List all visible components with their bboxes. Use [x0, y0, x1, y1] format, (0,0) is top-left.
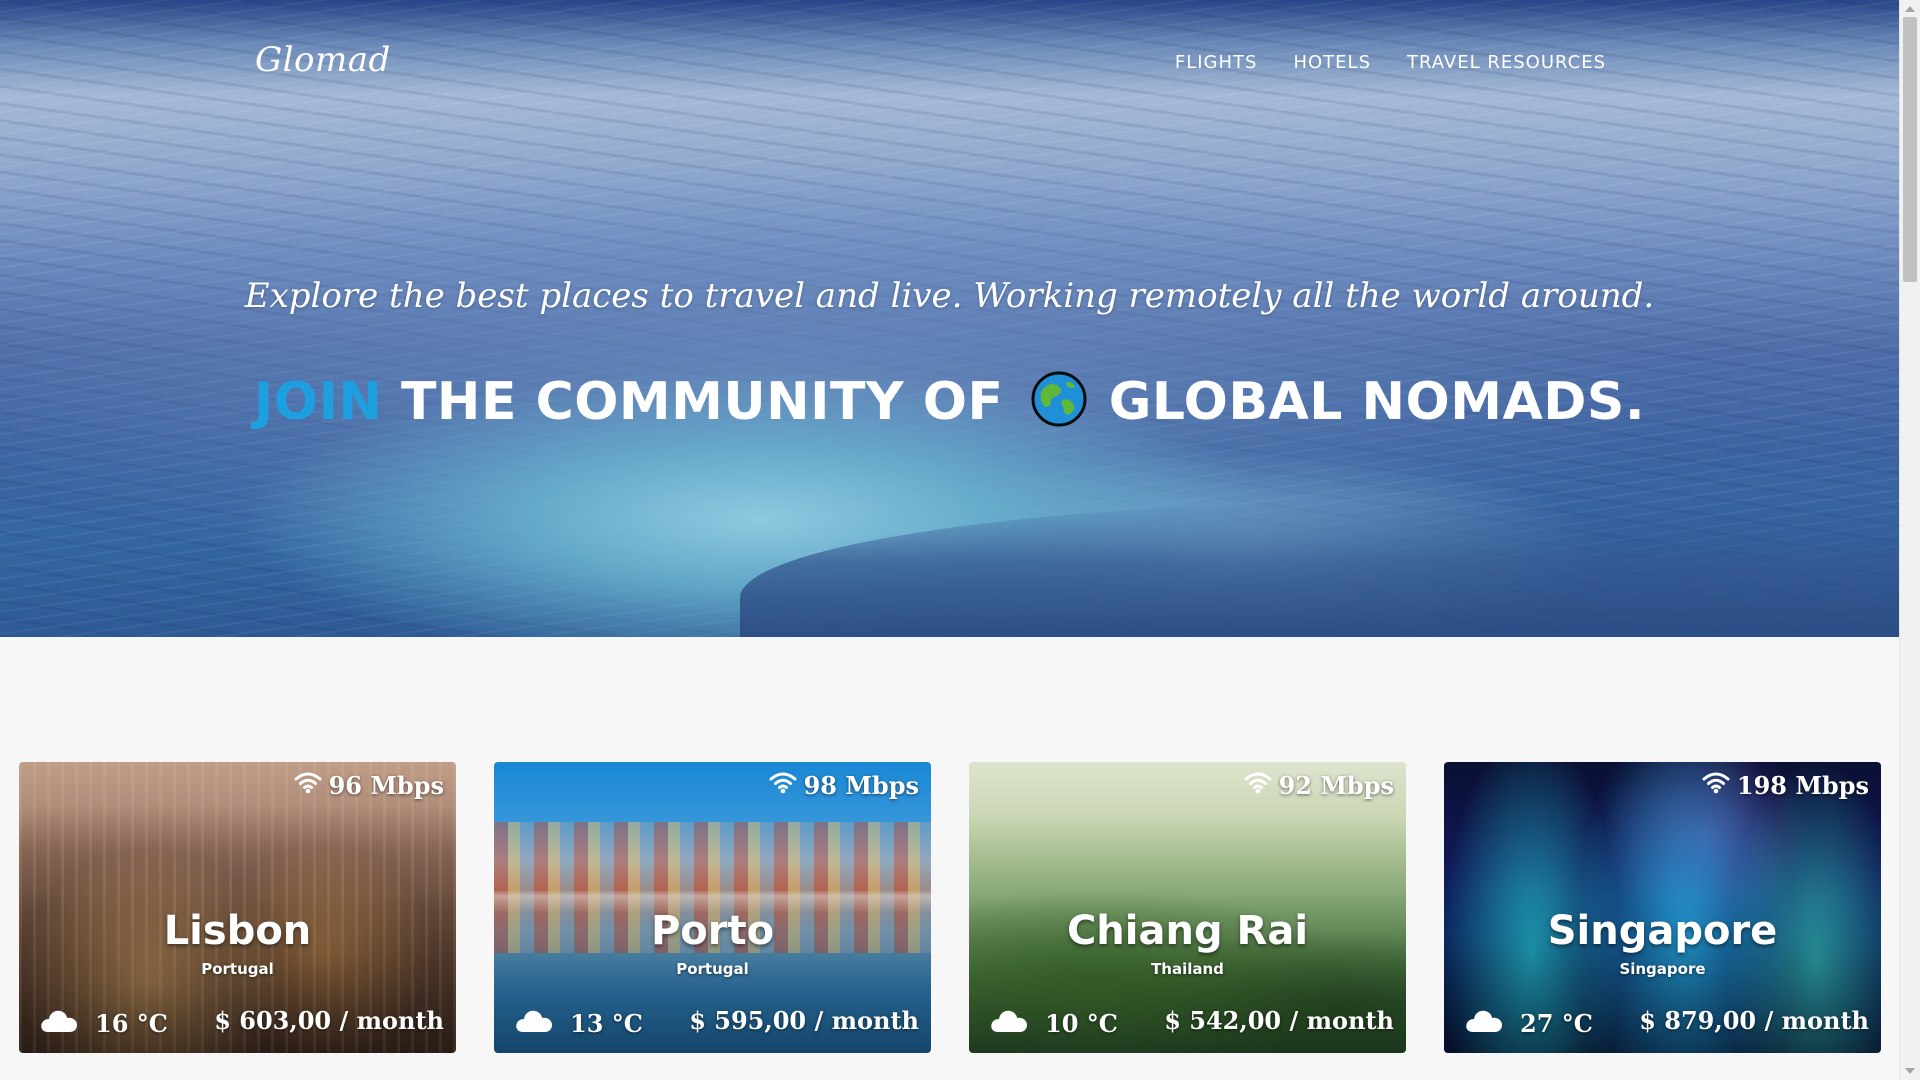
- internet-speed: 198 Mbps: [1701, 770, 1869, 800]
- speed-value: 198 Mbps: [1736, 770, 1869, 800]
- temperature: 10 °C: [1045, 1008, 1118, 1038]
- country-name: Singapore: [1619, 960, 1706, 978]
- city-cards: 96 Mbps Lisbon Portugal 16 °C $ 603,00 /…: [19, 762, 1881, 1053]
- country-name: Portugal: [201, 960, 274, 978]
- cloud-icon: [1464, 1007, 1504, 1039]
- weather: 16 °C: [39, 1007, 168, 1039]
- hero-overlay: [0, 0, 1899, 637]
- hero-headline: JOIN THE COMMUNITY OF GLOBAL NOMADS.: [0, 370, 1899, 432]
- internet-speed: 96 Mbps: [293, 770, 444, 800]
- city-name: Lisbon: [163, 908, 312, 954]
- scroll-up-arrow-icon[interactable]: [1905, 6, 1915, 12]
- cost-of-living: $ 542,00 / month: [1164, 1006, 1394, 1035]
- wifi-icon: [293, 770, 323, 800]
- cloud-icon: [514, 1007, 554, 1039]
- cost-of-living: $ 595,00 / month: [689, 1006, 919, 1035]
- weather: 10 °C: [989, 1007, 1118, 1039]
- cloud-icon: [989, 1007, 1029, 1039]
- scrollbar-thumb[interactable]: [1903, 17, 1917, 282]
- weather: 13 °C: [514, 1007, 643, 1039]
- temperature: 13 °C: [570, 1008, 643, 1038]
- cost-of-living: $ 603,00 / month: [214, 1006, 444, 1035]
- nav-item-travel-resources[interactable]: TRAVEL RESOURCES: [1407, 52, 1606, 73]
- city-name: Singapore: [1547, 908, 1778, 954]
- wifi-icon: [768, 770, 798, 800]
- weather: 27 °C: [1464, 1007, 1593, 1039]
- temperature: 27 °C: [1520, 1008, 1593, 1038]
- main-nav: FLIGHTS HOTELS TRAVEL RESOURCES: [1175, 52, 1606, 73]
- country-name: Portugal: [676, 960, 749, 978]
- country-name: Thailand: [1151, 960, 1224, 978]
- cost-of-living: $ 879,00 / month: [1639, 1006, 1869, 1035]
- page-scrollbar[interactable]: [1899, 0, 1920, 1080]
- hero-banner: Glomad FLIGHTS HOTELS TRAVEL RESOURCES E…: [0, 0, 1899, 637]
- headline-join[interactable]: JOIN: [254, 372, 382, 432]
- headline-end: GLOBAL NOMADS.: [1108, 372, 1646, 432]
- logo[interactable]: Glomad: [255, 40, 391, 80]
- nav-item-flights[interactable]: FLIGHTS: [1175, 52, 1258, 73]
- speed-value: 96 Mbps: [328, 770, 444, 800]
- headline-middle: THE COMMUNITY OF: [400, 372, 1004, 432]
- wifi-icon: [1243, 770, 1273, 800]
- city-name: Porto: [650, 908, 775, 954]
- city-card-singapore[interactable]: 198 Mbps Singapore Singapore 27 °C $ 879…: [1444, 762, 1881, 1053]
- hero-tagline: Explore the best places to travel and li…: [244, 276, 1655, 316]
- city-card-chiang-rai[interactable]: 92 Mbps Chiang Rai Thailand 10 °C $ 542,…: [969, 762, 1406, 1053]
- temperature: 16 °C: [95, 1008, 168, 1038]
- internet-speed: 98 Mbps: [768, 770, 919, 800]
- nav-item-hotels[interactable]: HOTELS: [1293, 52, 1371, 73]
- city-name: Chiang Rai: [1066, 908, 1309, 954]
- city-card-lisbon[interactable]: 96 Mbps Lisbon Portugal 16 °C $ 603,00 /…: [19, 762, 456, 1053]
- wifi-icon: [1701, 770, 1731, 800]
- scroll-down-arrow-icon[interactable]: [1905, 1068, 1915, 1074]
- speed-value: 92 Mbps: [1278, 770, 1394, 800]
- speed-value: 98 Mbps: [803, 770, 919, 800]
- internet-speed: 92 Mbps: [1243, 770, 1394, 800]
- globe-icon: [1030, 370, 1088, 428]
- city-card-porto[interactable]: 98 Mbps Porto Portugal 13 °C $ 595,00 / …: [494, 762, 931, 1053]
- cloud-icon: [39, 1007, 79, 1039]
- page: Glomad FLIGHTS HOTELS TRAVEL RESOURCES E…: [0, 0, 1920, 1080]
